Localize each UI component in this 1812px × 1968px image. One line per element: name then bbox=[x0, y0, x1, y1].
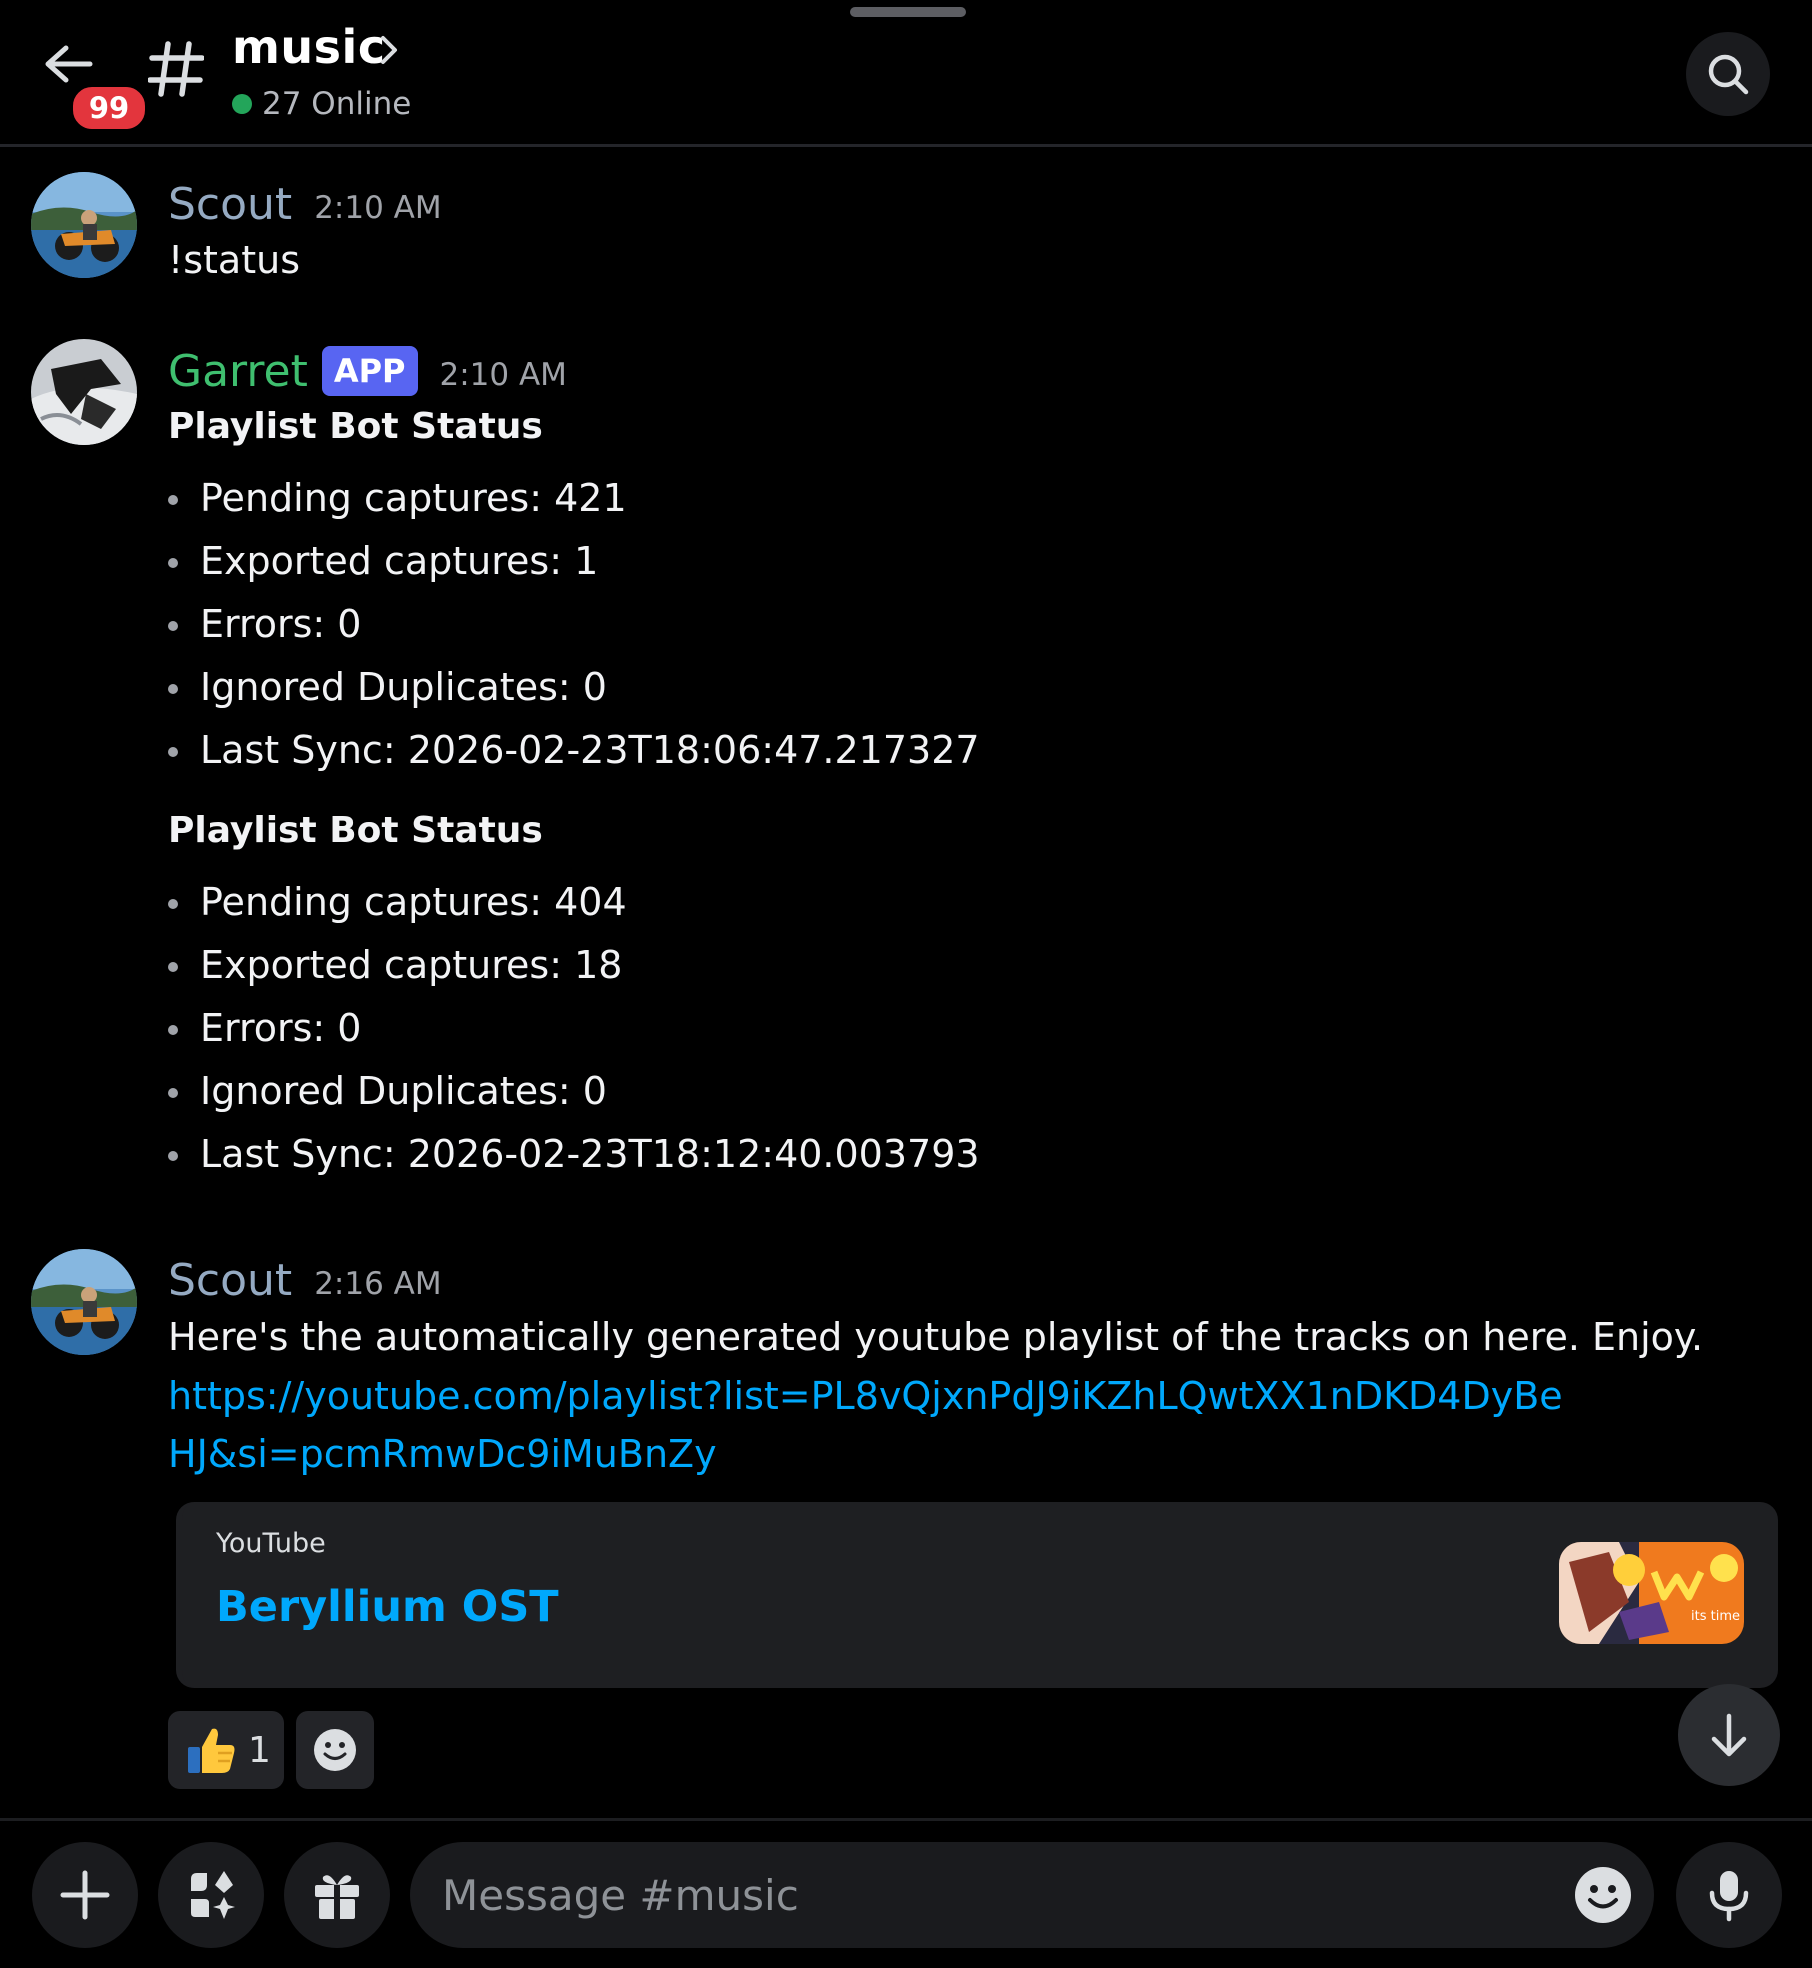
list-item: Pending captures: 404 bbox=[168, 871, 980, 934]
microphone-icon bbox=[1709, 1871, 1749, 1922]
list-item: Last Sync: 2026-02-23T18:12:40.003793 bbox=[168, 1123, 980, 1186]
author-name[interactable]: Scout bbox=[168, 179, 292, 230]
online-dot-icon bbox=[232, 94, 252, 114]
unread-badge: 99 bbox=[70, 84, 148, 132]
channel-hash-icon bbox=[147, 38, 208, 102]
list-item: Exported captures: 1 bbox=[168, 530, 980, 593]
list-item: Last Sync: 2026-02-23T18:06:47.217327 bbox=[168, 719, 980, 782]
avatar-garret[interactable] bbox=[31, 339, 137, 445]
channel-header: 99 music 27 Online bbox=[0, 0, 1812, 147]
plus-icon bbox=[60, 1870, 110, 1920]
arrow-down-icon bbox=[1711, 1713, 1747, 1757]
add-reaction-button[interactable] bbox=[296, 1711, 374, 1789]
jump-to-bottom-button[interactable] bbox=[1678, 1684, 1780, 1786]
message-text: !status bbox=[168, 238, 300, 282]
avatar-scout[interactable] bbox=[31, 172, 137, 278]
list-item: Errors: 0 bbox=[168, 997, 980, 1060]
author-name[interactable]: Garret bbox=[168, 346, 308, 397]
smiley-icon bbox=[314, 1729, 356, 1771]
online-count: 27 Online bbox=[262, 86, 412, 122]
search-icon bbox=[1708, 54, 1749, 95]
playlist-link[interactable]: https://youtube.com/playlist?list=PL8vQj… bbox=[168, 1367, 1588, 1483]
search-button[interactable] bbox=[1686, 32, 1770, 116]
arrow-left-icon bbox=[45, 45, 93, 83]
message-text: Here's the automatically generated youtu… bbox=[168, 1315, 1704, 1359]
reaction-thumbs-up[interactable]: 1 bbox=[168, 1711, 284, 1789]
list-item: Errors: 0 bbox=[168, 593, 980, 656]
message-header: Scout 2:10 AM bbox=[168, 176, 442, 232]
message-input[interactable] bbox=[410, 1842, 1654, 1948]
gift-button[interactable] bbox=[284, 1842, 390, 1948]
header-divider bbox=[0, 144, 1812, 147]
status-section-title: Playlist Bot Status bbox=[168, 810, 543, 851]
message-timestamp: 2:10 AM bbox=[439, 357, 567, 393]
embed-title[interactable]: Beryllium OST bbox=[216, 1582, 559, 1632]
avatar-scout[interactable] bbox=[31, 1249, 137, 1355]
apps-button[interactable] bbox=[158, 1842, 264, 1948]
embed-thumbnail[interactable]: its time bbox=[1559, 1542, 1744, 1644]
status-section-title: Playlist Bot Status bbox=[168, 406, 543, 447]
svg-text:its time: its time bbox=[1691, 1609, 1740, 1624]
list-item: Ignored Duplicates: 0 bbox=[168, 1060, 980, 1123]
app-tag-badge: APP bbox=[321, 346, 418, 396]
status-list: Pending captures: 404 Exported captures:… bbox=[168, 871, 980, 1186]
emoji-picker-button[interactable] bbox=[1573, 1865, 1633, 1925]
message-header: Garret APP 2:10 AM bbox=[168, 343, 567, 399]
gift-icon bbox=[315, 1875, 359, 1919]
chevron-right-icon[interactable] bbox=[378, 34, 400, 66]
reaction-count: 1 bbox=[248, 1729, 271, 1771]
status-list: Pending captures: 421 Exported captures:… bbox=[168, 467, 980, 782]
author-name[interactable]: Scout bbox=[168, 1255, 292, 1306]
link-embed[interactable]: YouTube Beryllium OST its time bbox=[176, 1502, 1778, 1688]
apps-icon bbox=[191, 1871, 235, 1919]
embed-provider[interactable]: YouTube bbox=[216, 1528, 326, 1559]
online-status: 27 Online bbox=[232, 84, 411, 124]
composer-divider bbox=[0, 1818, 1812, 1821]
message-timestamp: 2:16 AM bbox=[314, 1266, 442, 1302]
thumbs-up-icon bbox=[188, 1728, 235, 1773]
list-item: Ignored Duplicates: 0 bbox=[168, 656, 980, 719]
chat-screen: 99 music 27 Online Scout 2:10 AM !status… bbox=[0, 0, 1812, 1968]
list-item: Pending captures: 421 bbox=[168, 467, 980, 530]
message-timestamp: 2:10 AM bbox=[314, 190, 442, 226]
channel-name[interactable]: music bbox=[232, 20, 386, 74]
list-item: Exported captures: 18 bbox=[168, 934, 980, 997]
message-header: Scout 2:16 AM bbox=[168, 1252, 442, 1308]
smiley-icon bbox=[1575, 1867, 1631, 1923]
voice-message-button[interactable] bbox=[1676, 1842, 1782, 1948]
attach-button[interactable] bbox=[32, 1842, 138, 1948]
